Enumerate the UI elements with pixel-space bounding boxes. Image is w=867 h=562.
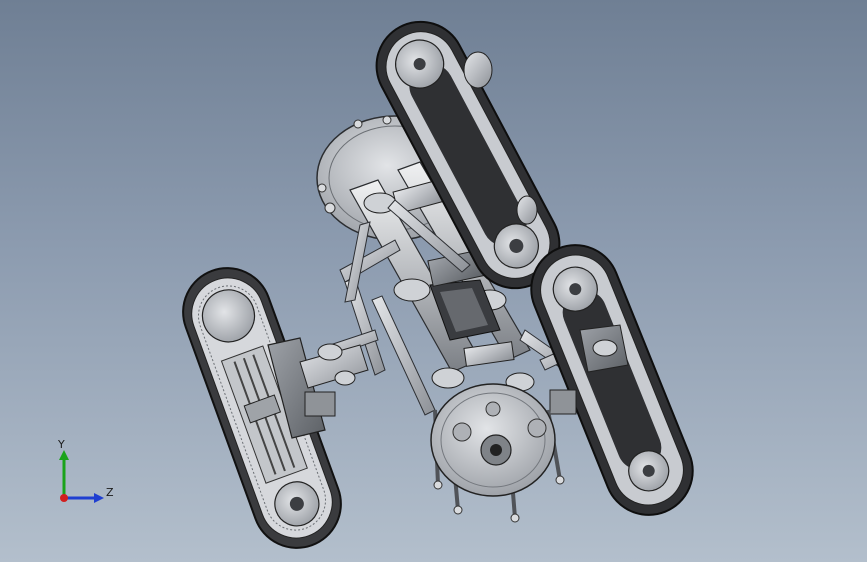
z-axis-arrow-icon [94, 493, 104, 503]
z-axis-label: Z [106, 486, 114, 499]
view-orientation-triad: Y Z [57, 438, 114, 503]
graphics-viewport[interactable]: Y Z [0, 0, 867, 562]
front-drum-disc [430, 383, 565, 523]
x-axis-dot-icon [60, 494, 68, 502]
robot-assembly-model[interactable] [0, 0, 867, 562]
right-track-module[interactable] [518, 232, 706, 528]
y-axis-label: Y [57, 438, 65, 451]
y-axis-arrow-icon [59, 450, 69, 460]
